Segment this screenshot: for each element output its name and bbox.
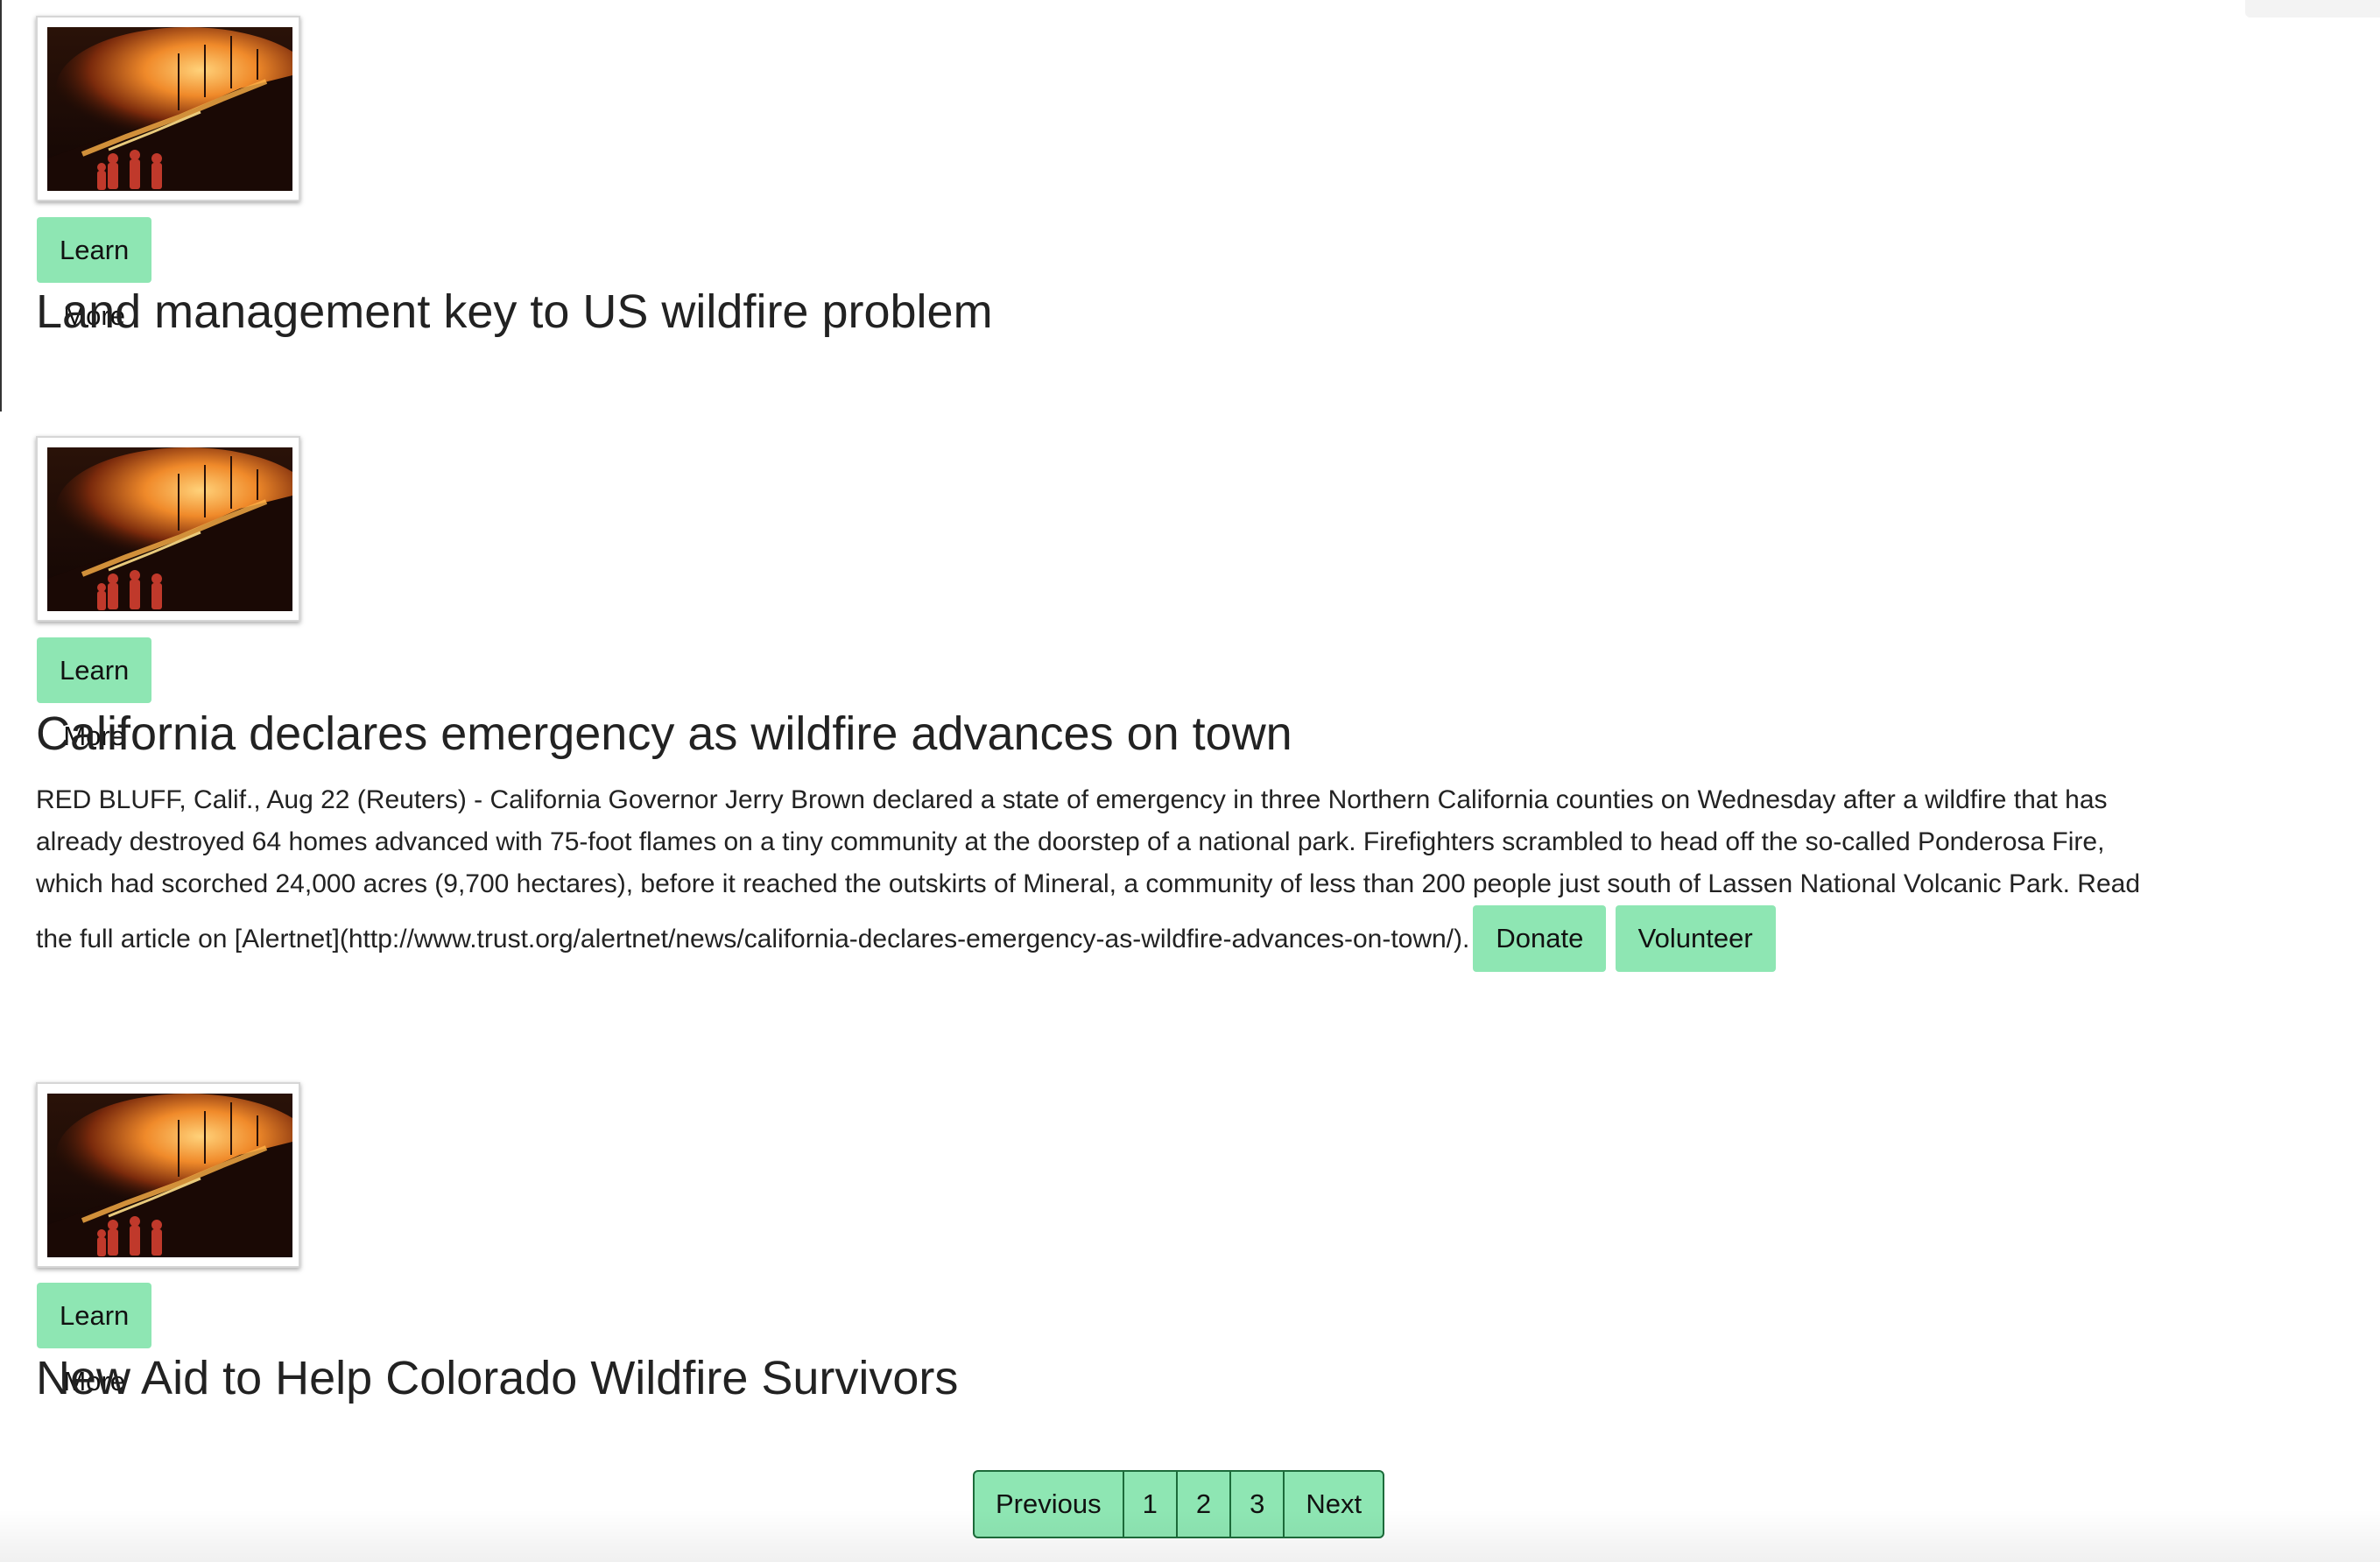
pagination-page-2[interactable]: 2: [1175, 1472, 1229, 1537]
pagination-next-button[interactable]: Next: [1283, 1472, 1383, 1537]
article-title[interactable]: California declares emergency as wildfir…: [36, 706, 1292, 762]
article-body: RED BLUFF, Calif., Aug 22 (Reuters) - Ca…: [36, 779, 2356, 972]
article-body-line: the full article on [Alertnet](http://ww…: [36, 925, 1470, 953]
pagination-page-1[interactable]: 1: [1122, 1472, 1176, 1537]
article-thumbnail[interactable]: [36, 436, 300, 622]
learn-more-button[interactable]: Learn More: [37, 637, 152, 751]
article-body-line: RED BLUFF, Calif., Aug 22 (Reuters) - Ca…: [36, 785, 2108, 814]
learn-more-button[interactable]: Learn More: [37, 1283, 152, 1397]
article-thumbnail[interactable]: [36, 16, 300, 201]
article-title[interactable]: New Aid to Help Colorado Wildfire Surviv…: [36, 1350, 958, 1406]
article-thumbnail[interactable]: [36, 1082, 300, 1268]
learn-more-button[interactable]: Learn More: [37, 217, 152, 331]
wildfire-image: [47, 1094, 292, 1257]
article-title[interactable]: Land management key to US wildfire probl…: [36, 284, 993, 340]
page-edge-line: [0, 0, 2, 412]
volunteer-button[interactable]: Volunteer: [1615, 905, 1776, 972]
wildfire-image: [47, 27, 292, 191]
pagination-page-3[interactable]: 3: [1229, 1472, 1283, 1537]
pagination: Previous 1 2 3 Next: [973, 1470, 1385, 1538]
pagination-previous-button[interactable]: Previous: [975, 1472, 1123, 1537]
donate-button[interactable]: Donate: [1473, 905, 1607, 972]
article-body-line: already destroyed 64 homes advanced with…: [36, 827, 2105, 856]
corner-tab: [2245, 0, 2380, 18]
wildfire-image: [47, 447, 292, 611]
article-body-line: which had scorched 24,000 acres (9,700 h…: [36, 869, 2141, 898]
